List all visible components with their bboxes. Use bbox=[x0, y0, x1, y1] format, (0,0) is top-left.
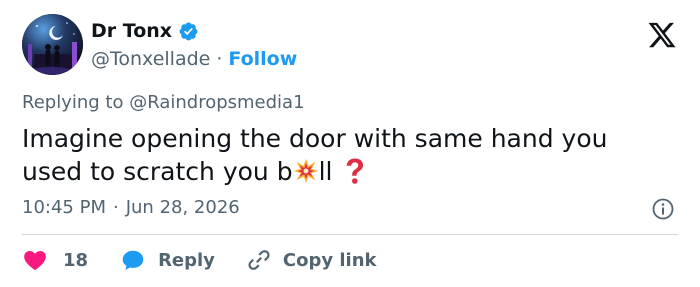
author-handle-row: @Tonxellade · Follow bbox=[91, 48, 297, 70]
tweet-date: Jun 28, 2026 bbox=[125, 197, 240, 218]
reply-bubble-icon bbox=[120, 247, 146, 273]
avatar[interactable] bbox=[22, 14, 83, 75]
tweet-text: Imagine opening the door with same hand … bbox=[22, 122, 662, 188]
tweet-text-before-emoji: used to scratch you b bbox=[22, 157, 293, 186]
heart-icon bbox=[22, 247, 48, 273]
like-count: 18 bbox=[63, 249, 89, 271]
reply-label: Reply bbox=[158, 249, 215, 271]
follow-button[interactable]: Follow bbox=[228, 48, 297, 70]
tweet-text-line-2: used to scratch you b ll bbox=[22, 155, 662, 188]
author-name-row: Dr Tonx bbox=[91, 20, 199, 42]
tweet-text-after-emoji: ll bbox=[318, 157, 333, 186]
tweet-time: 10:45 PM bbox=[22, 197, 106, 218]
tweet-text-line-1: Imagine opening the door with same hand … bbox=[22, 124, 608, 153]
action-bar: 18 Reply Copy link bbox=[22, 245, 377, 275]
tweet-card: Dr Tonx @Tonxellade · Follow Replying to… bbox=[0, 0, 700, 287]
like-button[interactable]: 18 bbox=[22, 247, 88, 273]
reply-button[interactable]: Reply bbox=[120, 247, 215, 273]
verified-badge-icon bbox=[178, 21, 199, 42]
timestamp-separator: · bbox=[112, 197, 119, 218]
copy-link-button[interactable]: Copy link bbox=[246, 247, 377, 273]
replying-to-mention[interactable]: @Raindropsmedia1 bbox=[129, 92, 304, 113]
divider bbox=[22, 234, 678, 235]
replying-to-prefix: Replying to bbox=[22, 92, 124, 113]
replying-to: Replying to @Raindropsmedia1 bbox=[22, 92, 305, 113]
info-icon[interactable] bbox=[651, 197, 675, 221]
link-icon bbox=[246, 247, 272, 273]
author-display-name[interactable]: Dr Tonx bbox=[91, 20, 172, 42]
x-logo-icon[interactable] bbox=[646, 20, 678, 50]
handle-separator: · bbox=[216, 48, 223, 70]
copy-link-label: Copy link bbox=[282, 249, 377, 271]
red-question-mark-icon bbox=[344, 157, 366, 185]
tweet-timestamp[interactable]: 10:45 PM · Jun 28, 2026 bbox=[22, 197, 240, 218]
avatar-image bbox=[22, 14, 83, 75]
collision-emoji-icon bbox=[293, 158, 319, 184]
author-handle[interactable]: @Tonxellade bbox=[91, 48, 210, 70]
